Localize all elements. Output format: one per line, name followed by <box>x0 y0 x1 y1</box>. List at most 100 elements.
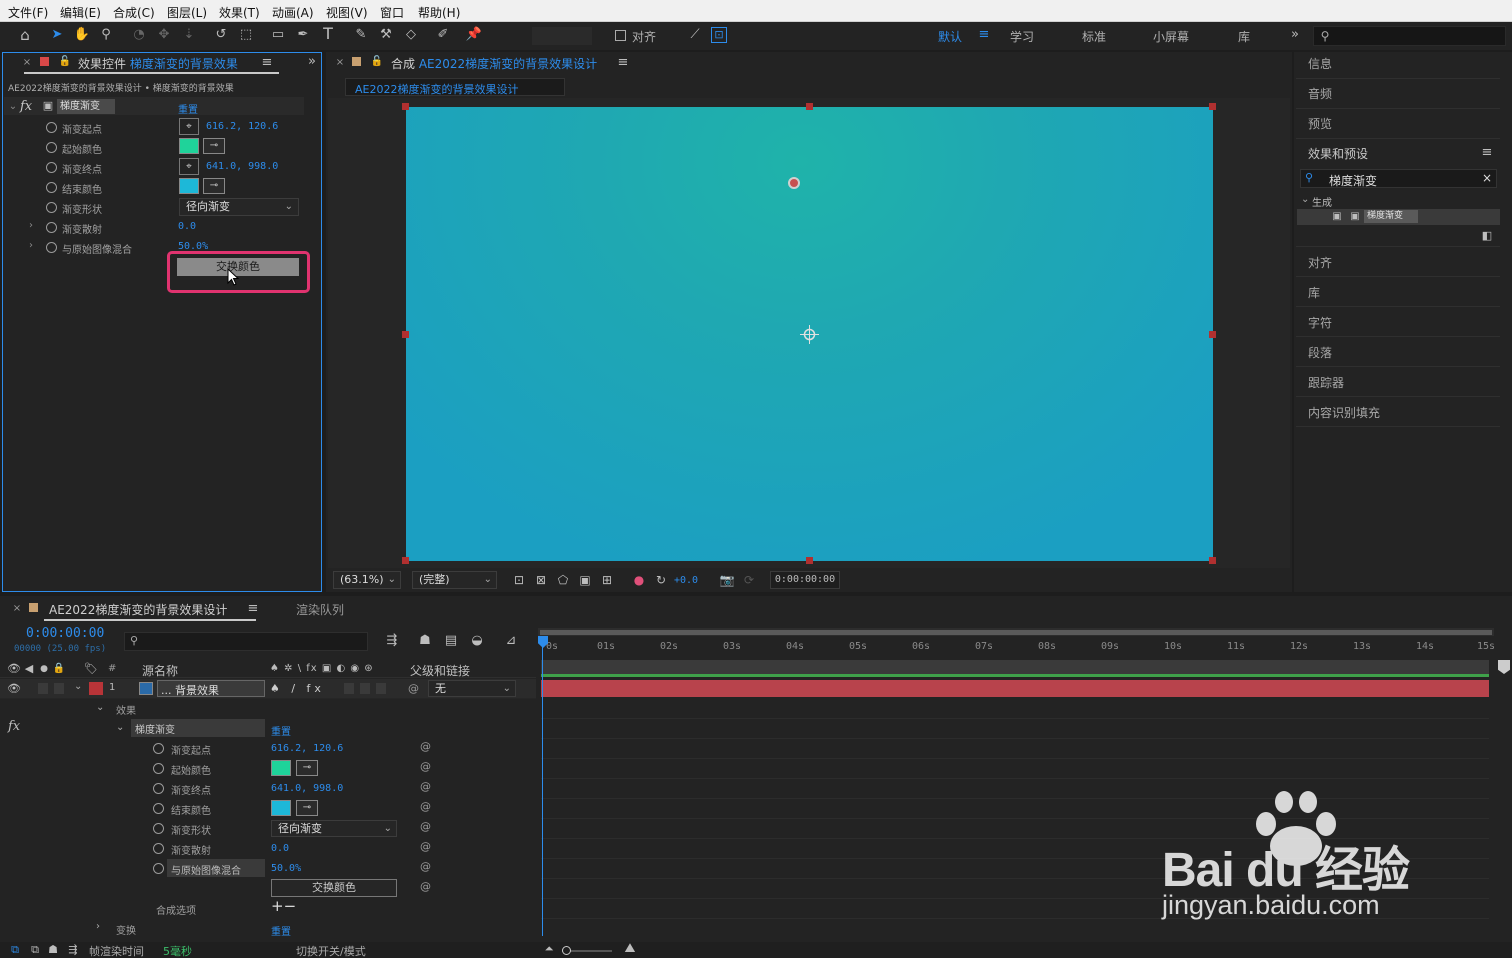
playhead-line[interactable] <box>542 646 543 936</box>
eyedropper-icon[interactable]: ⊸ <box>203 138 225 154</box>
viewer-timecode[interactable]: 0:00:00:00 <box>770 571 840 589</box>
orbit-camera-icon[interactable]: ◔ <box>130 27 148 43</box>
pan-camera-icon[interactable]: ✥ <box>155 27 173 43</box>
render-time-toggle-icon[interactable]: ⇶ <box>64 942 82 958</box>
workspace-learn[interactable]: 学习 <box>1010 28 1034 45</box>
crosshair-icon[interactable]: ⌖ <box>179 118 199 135</box>
expand-chevron-icon[interactable]: › <box>22 238 40 254</box>
info-panel-tab[interactable]: 信息 <box>1308 55 1332 72</box>
close-panel-icon[interactable]: × <box>331 55 349 71</box>
library-panel-tab[interactable]: 库 <box>1308 284 1320 301</box>
timeline-effect-name-row[interactable]: 梯度渐变 <box>131 719 265 737</box>
menu-file[interactable]: 文件(F) <box>8 4 48 21</box>
parent-link-column[interactable]: 父级和链接 <box>410 662 470 679</box>
draft-3d-icon[interactable]: ☗ <box>416 633 434 649</box>
expression-pick-whip-icon[interactable]: @ <box>420 860 431 873</box>
stopwatch-icon[interactable] <box>153 783 164 794</box>
workspace-menu-icon[interactable]: ≡ <box>975 27 993 43</box>
brush-tool-icon[interactable]: ✎ <box>352 27 370 43</box>
eye-icon[interactable]: 👁 <box>5 681 23 697</box>
rotate-tool-icon[interactable]: ↺ <box>212 27 230 43</box>
grid-guides-icon[interactable]: ⊞ <box>598 572 616 588</box>
text-tool-icon[interactable]: T <box>319 26 337 42</box>
expression-pick-whip-icon[interactable]: @ <box>420 800 431 813</box>
tracker-panel-tab[interactable]: 跟踪器 <box>1308 374 1344 391</box>
expression-pick-whip-icon[interactable]: @ <box>420 840 431 853</box>
stopwatch-icon[interactable] <box>46 242 57 253</box>
timeline-tab-title[interactable]: AE2022梯度渐变的背景效果设计 <box>49 601 227 618</box>
transfer-controls-icon[interactable]: ⧉ <box>26 942 44 958</box>
transform-handle[interactable] <box>1209 331 1216 338</box>
transform-handle[interactable] <box>402 103 409 110</box>
tl-start-color-swatch[interactable] <box>271 760 291 776</box>
lock-icon[interactable]: 🔓 <box>56 54 74 70</box>
close-panel-icon[interactable]: × <box>18 55 36 71</box>
expand-chevron-icon[interactable]: › <box>22 218 40 234</box>
tl-swap-colors-button[interactable]: 交换颜色 <box>271 879 397 897</box>
toggle-box[interactable] <box>344 683 354 694</box>
timeline-nav-bar[interactable] <box>541 660 1489 674</box>
menu-effect[interactable]: 效果(T) <box>219 4 260 21</box>
menu-help[interactable]: 帮助(H) <box>418 4 460 21</box>
eraser-tool-icon[interactable]: ◇ <box>402 27 420 43</box>
mask-visibility-icon[interactable]: ⬠ <box>554 572 572 588</box>
frame-blending-icon[interactable]: ◒ <box>468 633 486 649</box>
timeline-timecode[interactable]: 0:00:00:00 <box>26 626 104 641</box>
tl-prop-value-gradient-start[interactable]: 616.2, 120.6 <box>271 743 343 754</box>
home-icon[interactable]: ⌂ <box>16 27 34 43</box>
menu-compose[interactable]: 合成(C) <box>113 4 155 21</box>
category-chevron-icon[interactable]: ⌄ <box>1301 194 1309 205</box>
tl-prop-value-gradient-end[interactable]: 641.0, 998.0 <box>271 783 343 794</box>
more-workspaces-icon[interactable]: » <box>1286 27 1304 43</box>
expression-pick-whip-icon[interactable]: @ <box>420 760 431 773</box>
transform-handle[interactable] <box>806 103 813 110</box>
transform-handle[interactable] <box>806 557 813 564</box>
workspace-library[interactable]: 库 <box>1238 28 1250 45</box>
panel-menu-icon[interactable]: ≡ <box>1478 145 1496 161</box>
effects-group-chevron-icon[interactable]: ⌄ <box>96 702 104 713</box>
label-tag-icon[interactable]: 🏷 <box>82 661 100 677</box>
lock-icon[interactable]: 🔓 <box>368 54 386 70</box>
stopwatch-icon[interactable] <box>46 222 57 233</box>
effect-name-label[interactable]: 梯度渐变 <box>57 99 115 114</box>
eyedropper-icon[interactable]: ⊸ <box>203 178 225 194</box>
panel-menu-icon[interactable]: ≡ <box>244 601 262 617</box>
toggle-switches-modes[interactable]: 切换开关/模式 <box>296 943 366 958</box>
puppet-pin-icon[interactable]: 📌 <box>465 27 483 43</box>
expand-panels-icon[interactable]: » <box>303 54 321 70</box>
anchor-point-icon[interactable] <box>800 325 819 344</box>
zoom-in-icon[interactable]: ⛰ <box>621 941 639 957</box>
in-out-toggle-icon[interactable]: ☗ <box>44 942 62 958</box>
menu-layer[interactable]: 图层(L) <box>167 4 207 21</box>
fx-icon[interactable]: fx <box>20 99 32 114</box>
preview-panel-tab[interactable]: 预览 <box>1308 115 1332 132</box>
workspace-small-screen[interactable]: 小屏幕 <box>1153 28 1189 45</box>
snapshot-camera-icon[interactable]: 📷 <box>718 572 736 588</box>
stopwatch-icon[interactable] <box>46 202 57 213</box>
transform-chevron-icon[interactable]: › <box>96 921 100 932</box>
hide-shy-layers-icon[interactable]: ▤ <box>442 633 460 649</box>
help-search-input[interactable]: ⚲ <box>1313 26 1506 46</box>
color-channels-icon[interactable]: ● <box>630 572 648 588</box>
stopwatch-icon[interactable] <box>46 122 57 133</box>
workspace-standard[interactable]: 标准 <box>1082 28 1106 45</box>
source-name-column[interactable]: 源名称 <box>142 662 178 679</box>
eyedropper-icon[interactable]: ⊸ <box>296 760 318 776</box>
menu-view[interactable]: 视图(V) <box>326 4 368 21</box>
end-color-swatch[interactable] <box>179 178 199 194</box>
exposure-value[interactable]: +0.0 <box>674 575 698 586</box>
close-panel-icon[interactable]: × <box>8 601 26 617</box>
comp-subtab[interactable]: AE2022梯度渐变的背景效果设计 <box>345 78 565 96</box>
tl-blend-label-row[interactable]: 与原始图像混合 <box>167 859 265 877</box>
selection-tool-icon[interactable]: ➤ <box>48 27 66 43</box>
transform-handle[interactable] <box>1209 557 1216 564</box>
zoom-dropdown[interactable]: (63.1%) ⌄ <box>333 571 401 589</box>
effect-controls-tab-title[interactable]: 效果控件 梯度渐变的背景效果 <box>78 55 238 72</box>
stopwatch-icon[interactable] <box>153 763 164 774</box>
stopwatch-icon[interactable] <box>153 743 164 754</box>
stopwatch-icon[interactable] <box>153 823 164 834</box>
eyedropper-icon[interactable]: ⊸ <box>296 800 318 816</box>
roi-icon[interactable]: ▣ <box>576 572 594 588</box>
add-remove-icon[interactable]: +− <box>271 897 296 915</box>
prop-value-gradient-scatter[interactable]: 0.0 <box>178 221 196 232</box>
